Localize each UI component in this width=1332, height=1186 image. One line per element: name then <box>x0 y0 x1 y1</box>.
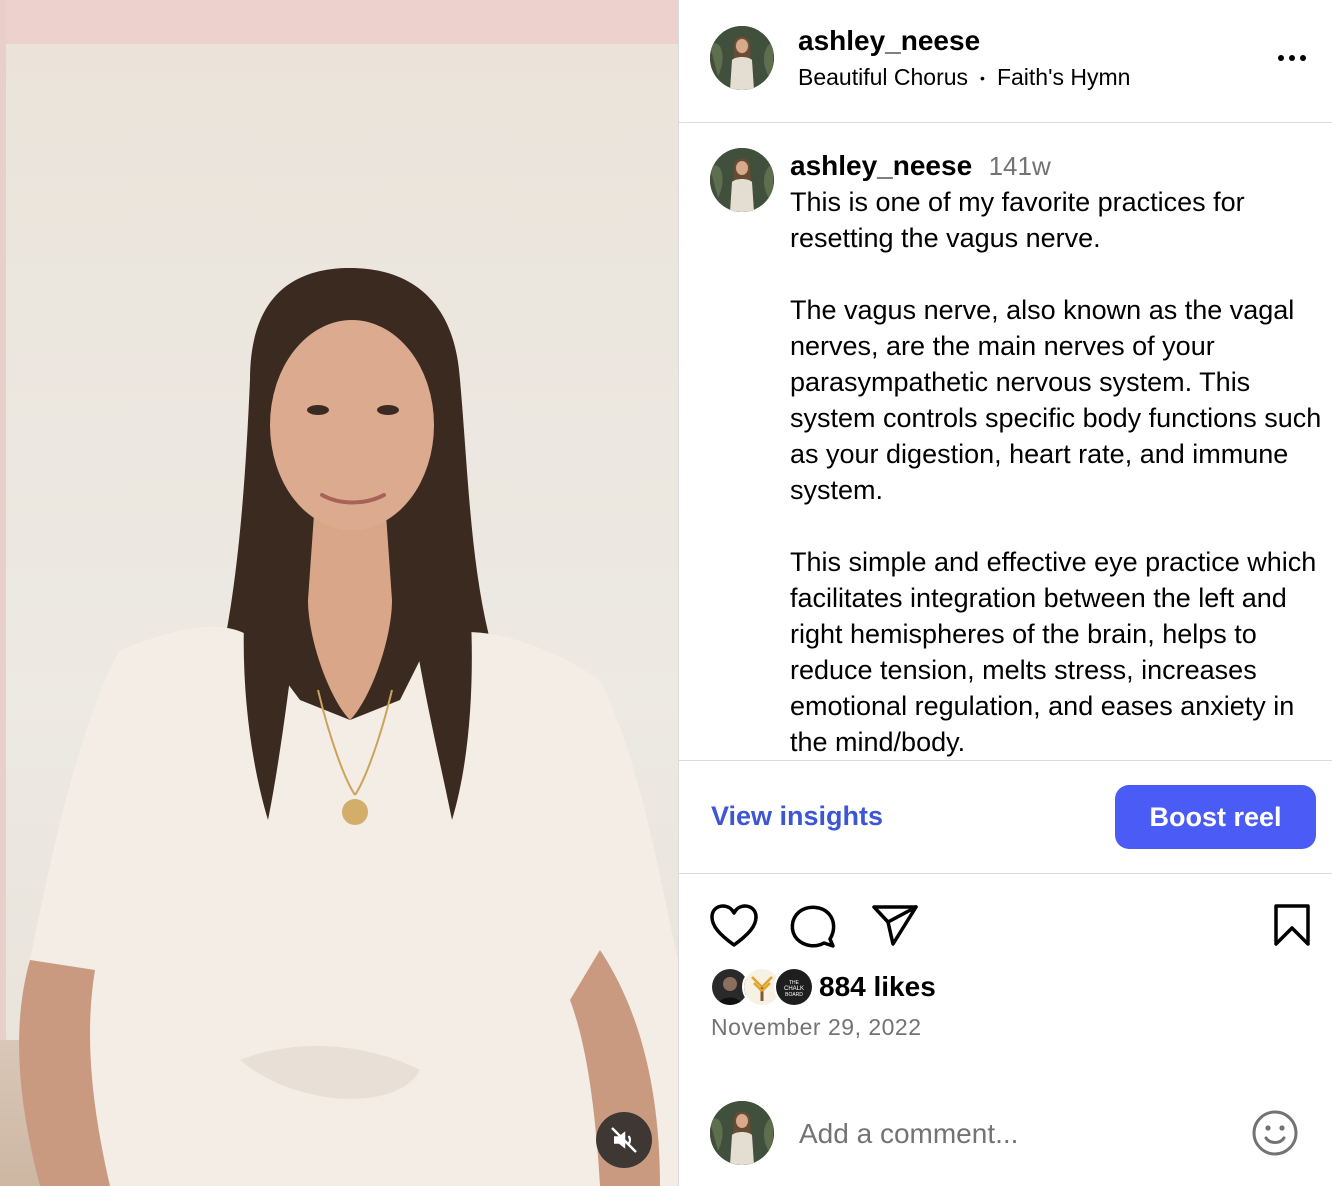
author-username[interactable]: ashley_neese <box>798 25 980 57</box>
caption-timestamp[interactable]: 141w <box>989 151 1051 181</box>
chalkboard-logo-text: BOARD <box>785 992 803 998</box>
more-dot <box>1289 55 1295 61</box>
post-details-panel: ashley_neese Beautiful Chorus • Faith's … <box>679 0 1332 1186</box>
muted-speaker-icon <box>611 1127 637 1153</box>
bookmark-icon[interactable] <box>1272 903 1312 952</box>
author-avatar-image <box>710 148 774 212</box>
audio-track[interactable]: Faith's Hymn <box>997 64 1130 91</box>
more-dot <box>1278 55 1284 61</box>
instagram-post-dialog: ashley_neese Beautiful Chorus • Faith's … <box>0 0 1332 1186</box>
add-comment-row <box>679 1080 1332 1186</box>
audio-separator: • <box>980 69 985 86</box>
audio-artist[interactable]: Beautiful Chorus <box>798 64 968 91</box>
avatar-chalkboard-icon: THE CHALK BOARD <box>774 967 814 1007</box>
comment-bubble-icon[interactable] <box>789 903 837 954</box>
caption-section: ashley_neese 141w This is one of my favo… <box>679 124 1332 760</box>
heart-icon[interactable] <box>709 903 759 954</box>
mute-button[interactable] <box>596 1112 652 1168</box>
current-user-avatar <box>710 1101 774 1165</box>
view-insights-link[interactable]: View insights <box>711 801 883 832</box>
paper-plane-icon[interactable] <box>871 903 919 952</box>
boost-reel-button[interactable]: Boost reel <box>1115 785 1316 849</box>
author-avatar[interactable] <box>710 26 774 90</box>
author-avatar-image <box>710 26 774 90</box>
woman-in-white-figure <box>19 268 678 1186</box>
caption-author-avatar[interactable] <box>710 148 774 212</box>
smiley-icon[interactable] <box>1251 1109 1299 1162</box>
liked-by-avatars[interactable]: THE CHALK BOARD <box>710 967 820 1007</box>
comment-input[interactable] <box>799 1114 1219 1154</box>
caption-header: ashley_neese 141w <box>790 150 1051 182</box>
more-options-icon[interactable] <box>1274 48 1310 68</box>
audio-info: Beautiful Chorus • Faith's Hymn <box>798 64 1130 91</box>
more-dot <box>1300 55 1306 61</box>
caption-text: This is one of my favorite practices for… <box>790 187 1322 757</box>
post-header: ashley_neese Beautiful Chorus • Faith's … <box>679 0 1332 123</box>
reel-video[interactable] <box>0 0 678 1186</box>
likes-count[interactable]: 884 likes <box>819 971 936 1003</box>
current-user-avatar-image <box>710 1101 774 1165</box>
post-date[interactable]: November 29, 2022 <box>711 1014 922 1041</box>
caption-username[interactable]: ashley_neese <box>790 150 972 181</box>
insights-bar: View insights Boost reel <box>679 760 1332 874</box>
